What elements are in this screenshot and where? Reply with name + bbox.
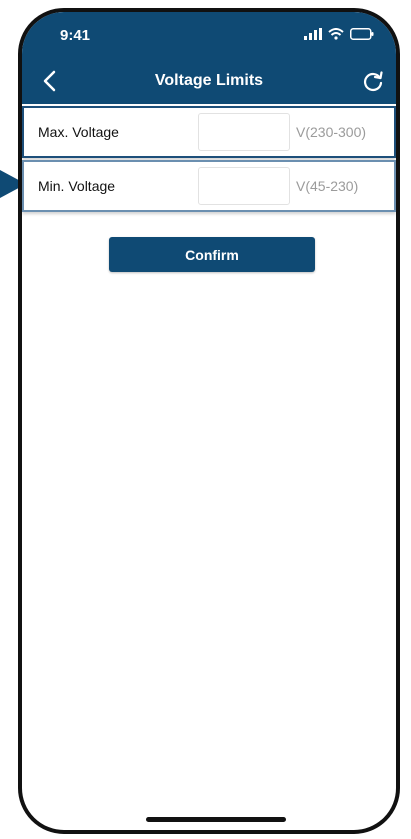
wifi-icon [328,28,344,40]
min-voltage-row: Min. Voltage V(45-230) [22,160,396,212]
min-voltage-range: V(45-230) [296,178,359,194]
status-time: 9:41 [60,27,91,44]
cellular-signal-icon [304,28,322,40]
battery-icon [350,28,374,40]
max-voltage-row: Max. Voltage V(230-300) [22,106,396,158]
min-voltage-label: Min. Voltage [38,178,116,194]
page-title: Voltage Limits [154,72,264,89]
nav-bar: Voltage Limits [22,58,396,104]
max-voltage-range: V(230-300) [296,124,367,140]
screen: 9:41 Voltage Limits Max. Voltage V(230-3… [0,0,411,839]
status-icons [304,28,374,40]
confirm-button[interactable]: Confirm [109,237,315,272]
status-bar: 9:41 [22,12,396,58]
phone-frame: 9:41 Voltage Limits Max. Voltage V(230-3… [18,8,400,834]
max-voltage-input[interactable] [198,113,290,151]
refresh-icon [363,71,383,92]
max-voltage-label: Max. Voltage [38,124,119,140]
min-voltage-input[interactable] [198,167,290,205]
refresh-button[interactable] [356,64,390,98]
home-indicator [146,817,286,822]
